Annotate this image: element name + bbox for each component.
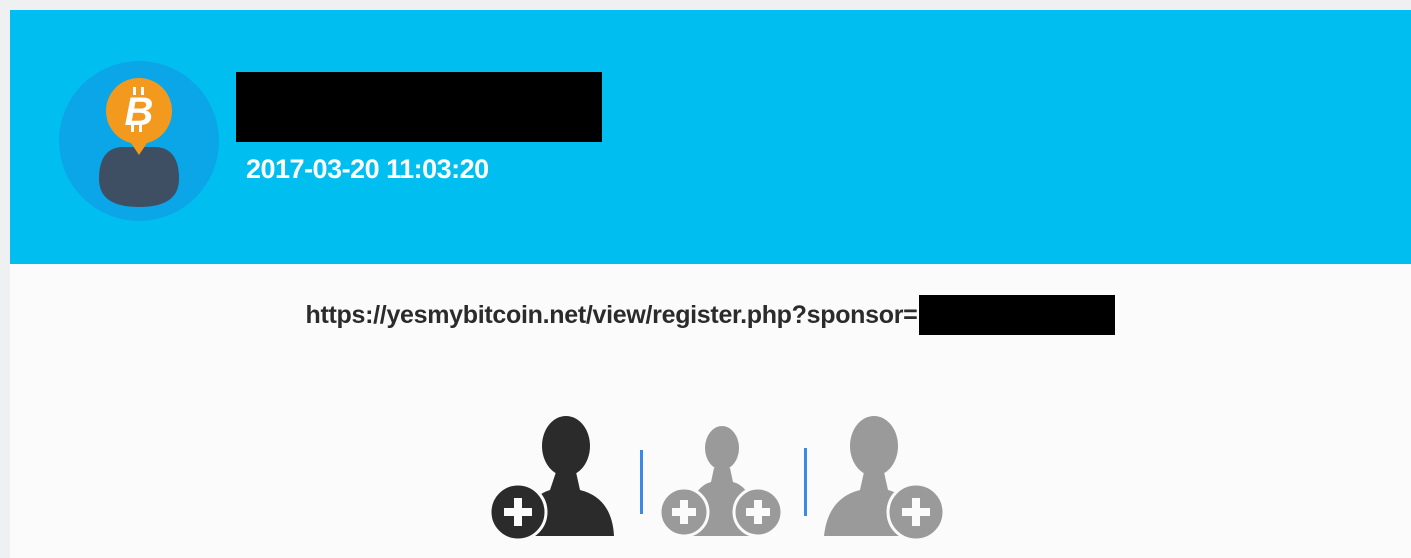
bitcoin-user-icon: B xyxy=(59,61,219,221)
referral-link-row: https://yesmybitcoin.net/view/register.p… xyxy=(10,295,1411,335)
profile-card: B 2017-03-20 11:03:20 https://yesmybitco… xyxy=(10,10,1411,558)
profile-header: B 2017-03-20 11:03:20 xyxy=(10,10,1411,264)
add-user-left-icon[interactable] xyxy=(488,410,618,540)
join-timestamp: 2017-03-20 11:03:20 xyxy=(246,154,489,184)
separator xyxy=(640,450,643,514)
add-user-both-icon[interactable] xyxy=(658,424,788,540)
add-user-right-icon[interactable] xyxy=(818,414,948,540)
separator xyxy=(804,448,807,516)
sponsor-id-redacted xyxy=(919,295,1116,335)
referral-url[interactable]: https://yesmybitcoin.net/view/register.p… xyxy=(306,295,918,335)
placement-options xyxy=(488,410,948,550)
username-redacted xyxy=(236,72,602,142)
